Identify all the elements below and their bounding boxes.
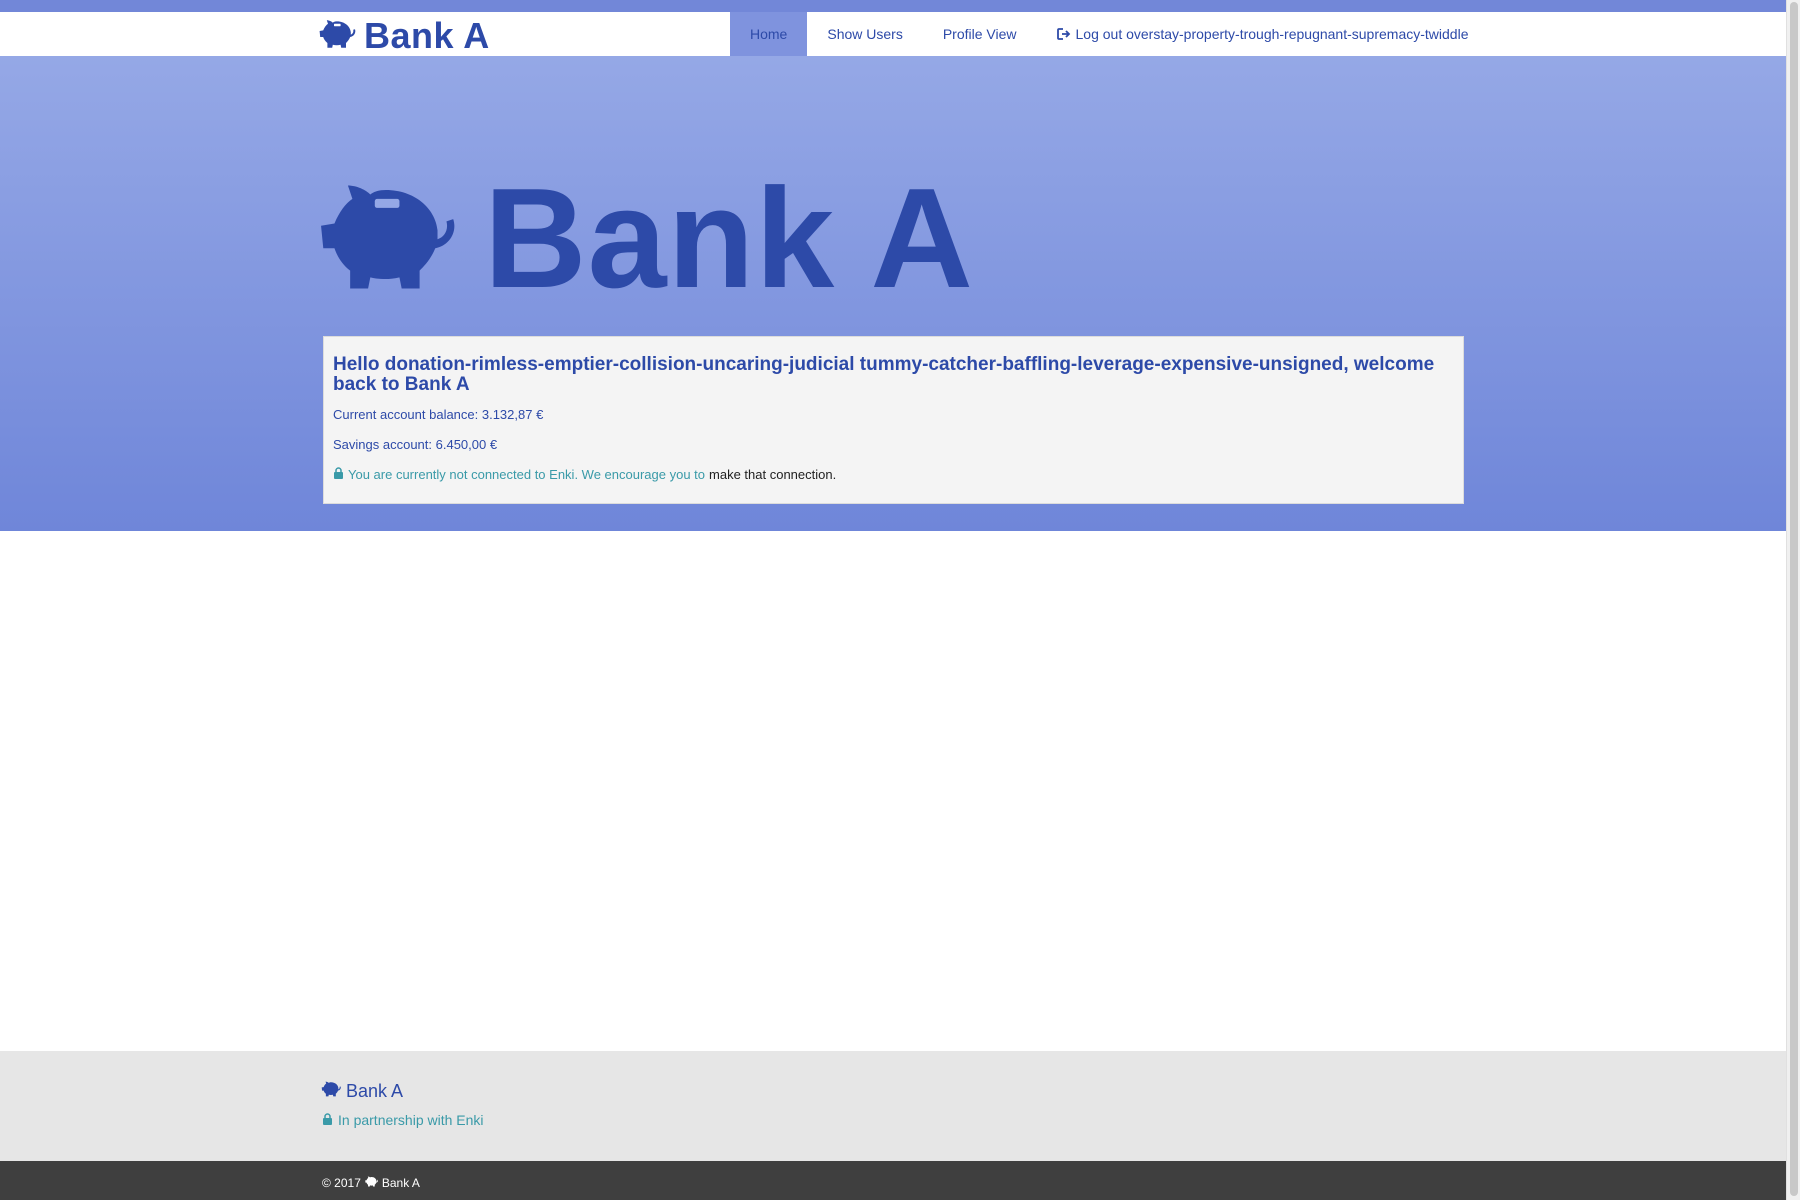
footer-brand-label: Bank A	[346, 1081, 404, 1101]
savings-account-balance: Savings account: 6.450,00 €	[333, 437, 498, 452]
hero: Bank A Hello donation-rimless-emptier-co…	[0, 56, 1786, 531]
copyright: © 2017 Bank A	[322, 1176, 420, 1190]
nav-logout[interactable]: Log out overstay-property-trough-repugna…	[1037, 12, 1489, 56]
nav-logout-label: Log out overstay-property-trough-repugna…	[1075, 26, 1469, 42]
footer: Bank A In partnership with Enki	[0, 1051, 1786, 1161]
enki-connection-notice: You are currently not connected to Enki.…	[333, 467, 1454, 483]
enki-notice-end: .	[832, 467, 837, 482]
navbar: Bank A Home Show Users Profile View Log …	[0, 12, 1786, 56]
nav-show-users[interactable]: Show Users	[807, 12, 922, 56]
piggy-bank-icon	[321, 1081, 341, 1102]
hero-brand: Bank A	[308, 168, 974, 310]
navbar-brand[interactable]: Bank A	[318, 14, 490, 58]
piggy-bank-icon	[308, 181, 464, 298]
enki-notice-text: You are currently not connected to Enki.…	[348, 467, 706, 482]
piggy-bank-icon	[318, 19, 356, 54]
hero-brand-label: Bank A	[484, 159, 974, 318]
enki-connect-link[interactable]: make that connection	[709, 467, 833, 482]
current-account-balance: Current account balance: 3.132,87 €	[333, 407, 544, 422]
nav-home[interactable]: Home	[730, 12, 808, 56]
welcome-panel: Hello donation-rimless-emptier-collision…	[323, 336, 1464, 504]
top-accent-strip	[0, 0, 1786, 12]
page: Bank A Home Show Users Profile View Log …	[0, 0, 1800, 1200]
copyright-brand: Bank A	[381, 1176, 420, 1190]
navbar-brand-label: Bank A	[364, 15, 490, 56]
vertical-scrollbar[interactable]	[1786, 0, 1800, 1200]
logout-icon	[1056, 28, 1071, 40]
footer-partner: In partnership with Enki	[322, 1112, 484, 1128]
welcome-title: Hello donation-rimless-emptier-collision…	[333, 354, 1435, 395]
footer-brand: Bank A	[321, 1081, 403, 1102]
scrollbar-thumb[interactable]	[1790, 2, 1798, 1196]
piggy-bank-icon	[365, 1176, 378, 1190]
nav-profile-view[interactable]: Profile View	[923, 12, 1037, 56]
lock-icon	[322, 1112, 333, 1128]
footer-partner-label: In partnership with Enki	[338, 1112, 484, 1128]
bottom-bar: © 2017 Bank A	[0, 1161, 1786, 1200]
main-nav: Home Show Users Profile View Log out ove…	[730, 12, 1488, 56]
copyright-prefix: © 2017	[322, 1176, 361, 1190]
lock-icon	[333, 467, 344, 483]
